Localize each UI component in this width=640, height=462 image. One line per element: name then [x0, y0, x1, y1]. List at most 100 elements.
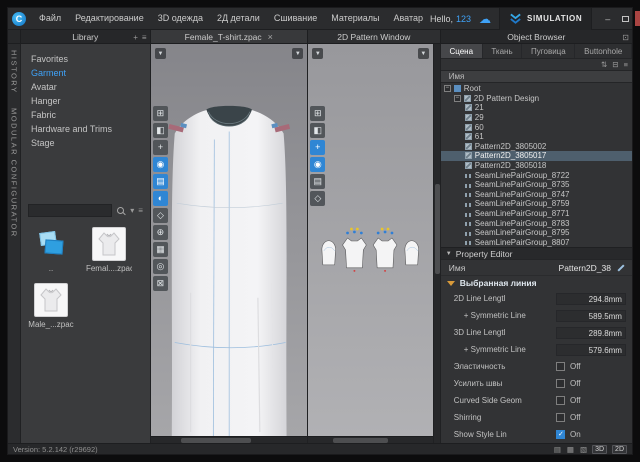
checkbox[interactable]: [556, 379, 565, 388]
search-icon[interactable]: [116, 206, 126, 216]
edit-icon[interactable]: [616, 263, 626, 273]
viewport-menu-icon[interactable]: ▼: [292, 48, 303, 59]
checkbox[interactable]: [556, 362, 565, 371]
cloud-sync-icon[interactable]: ☁: [479, 9, 491, 29]
tool-icon[interactable]: ◧: [310, 123, 325, 138]
username[interactable]: 123: [456, 14, 471, 24]
grid-icon[interactable]: ▦: [567, 445, 574, 454]
vertical-scrollbar[interactable]: [434, 44, 441, 443]
menu-sewing[interactable]: Сшивание: [267, 8, 324, 29]
tree-item[interactable]: Pattern2D_3805002: [441, 142, 632, 152]
tree-item[interactable]: 60: [441, 122, 632, 132]
search-input[interactable]: [28, 204, 112, 217]
minimize-button[interactable]: –: [599, 11, 616, 26]
library-item-hardware-trims[interactable]: Hardware and Trims: [21, 122, 150, 136]
section-selected-line[interactable]: Выбранная линия: [441, 276, 632, 290]
maximize-button[interactable]: [617, 11, 634, 26]
list-view-icon[interactable]: ≡: [138, 206, 143, 215]
tool-icon[interactable]: ⊕: [153, 225, 168, 240]
library-item-stage[interactable]: Stage: [21, 136, 150, 150]
collapse-all-icon[interactable]: ⊟: [612, 60, 618, 69]
tool-icon[interactable]: ▤: [153, 174, 168, 189]
library-item-hanger[interactable]: Hanger: [21, 94, 150, 108]
property-editor-header[interactable]: ▼ Property Editor: [441, 247, 632, 260]
library-item-favorites[interactable]: Favorites: [21, 52, 150, 66]
library-item-garment[interactable]: Garment: [21, 66, 150, 80]
menu-file[interactable]: Файл: [32, 8, 68, 29]
view-3d-button[interactable]: 3D: [592, 445, 607, 454]
tab-fabric[interactable]: Ткань: [483, 44, 523, 58]
library-item-fabric[interactable]: Fabric: [21, 108, 150, 122]
checkbox[interactable]: [556, 413, 565, 422]
tree-item[interactable]: Pattern2D_3805018: [441, 161, 632, 171]
viewport-menu-icon[interactable]: ▼: [155, 48, 166, 59]
dock-icon[interactable]: ⊡: [622, 33, 629, 42]
menu-avatar[interactable]: Аватар: [386, 8, 430, 29]
tree-item[interactable]: SeamLinePairGroup_8735: [441, 180, 632, 190]
modular-configurator-rail-tab[interactable]: MODULAR CONFIGURATOR: [9, 108, 18, 238]
collapse-icon[interactable]: [444, 85, 451, 92]
object-name-value[interactable]: Pattern2D_38: [559, 263, 611, 273]
add-icon[interactable]: +: [133, 33, 138, 42]
mode-selector[interactable]: SIMULATION: [499, 8, 592, 30]
tab-button[interactable]: Пуговица: [522, 44, 575, 58]
library-item-avatar[interactable]: Avatar: [21, 80, 150, 94]
viewport-menu-icon[interactable]: ▼: [312, 48, 323, 59]
checkbox[interactable]: [556, 396, 565, 405]
tab-close-icon[interactable]: ×: [268, 32, 273, 42]
tool-icon[interactable]: ▤: [310, 174, 325, 189]
tool-icon[interactable]: ▦: [153, 242, 168, 257]
menu-2d-pattern[interactable]: 2Д детали: [210, 8, 267, 29]
tool-icon[interactable]: ◐: [153, 191, 168, 206]
tree-item-root[interactable]: Root: [441, 84, 632, 94]
menu-materials[interactable]: Материалы: [324, 8, 386, 29]
tool-icon[interactable]: ◉: [310, 157, 325, 172]
tree-item[interactable]: SeamLinePairGroup_8795: [441, 228, 632, 238]
filter-chevron-icon[interactable]: ▾: [130, 206, 134, 215]
close-button[interactable]: ×: [635, 11, 640, 26]
layout-icon[interactable]: ▧: [580, 445, 587, 454]
history-rail-tab[interactable]: HISTORY: [9, 50, 18, 94]
tab-buttonhole[interactable]: Buttonhole: [575, 44, 632, 58]
file-tile-female-tshirt[interactable]: Femal....zpac: [87, 227, 131, 273]
tool-icon[interactable]: ◇: [310, 191, 325, 206]
horizontal-scrollbar[interactable]: [151, 436, 307, 443]
collapse-icon[interactable]: [454, 95, 461, 102]
file-tile-up[interactable]: ..: [29, 227, 73, 273]
tree-item[interactable]: SeamLinePairGroup_8747: [441, 190, 632, 200]
tree-item[interactable]: 2D Pattern Design: [441, 94, 632, 104]
menu-3d-garment[interactable]: 3D одежда: [151, 8, 210, 29]
checkbox[interactable]: [556, 430, 565, 439]
tool-icon[interactable]: ⊞: [310, 106, 325, 121]
tree-item-selected[interactable]: Pattern2D_3805017: [441, 151, 632, 161]
tree-item[interactable]: SeamLinePairGroup_8807: [441, 238, 632, 248]
tree-item[interactable]: SeamLinePairGroup_8759: [441, 199, 632, 209]
menu-icon[interactable]: ≡: [624, 60, 628, 69]
tab-3d-viewport[interactable]: Female_T-shirt.zpac ×: [151, 30, 309, 43]
tool-icon[interactable]: +: [310, 140, 325, 155]
file-tile-male-tshirt[interactable]: Male_...zpac: [29, 283, 73, 329]
horizontal-scrollbar[interactable]: [308, 436, 432, 443]
tree-item[interactable]: 61: [441, 132, 632, 142]
tool-icon[interactable]: ◉: [153, 157, 168, 172]
tree-item[interactable]: 21: [441, 103, 632, 113]
menu-edit[interactable]: Редактирование: [68, 8, 151, 29]
tab-scene[interactable]: Сцена: [441, 44, 483, 58]
tree-item[interactable]: 29: [441, 113, 632, 123]
tool-icon[interactable]: ◇: [153, 208, 168, 223]
value-field[interactable]: 289.8mm: [556, 327, 626, 339]
tree-item[interactable]: SeamLinePairGroup_8722: [441, 170, 632, 180]
tab-2d-viewport[interactable]: 2D Pattern Window: [308, 30, 441, 43]
sort-icon[interactable]: ⇅: [601, 60, 607, 69]
value-field[interactable]: 579.6mm: [556, 344, 626, 356]
tree-item[interactable]: SeamLinePairGroup_8783: [441, 218, 632, 228]
viewport-menu-icon[interactable]: ▼: [418, 48, 429, 59]
tree-item[interactable]: SeamLinePairGroup_8771: [441, 209, 632, 219]
value-field[interactable]: 294.8mm: [556, 293, 626, 305]
view-2d-button[interactable]: 2D: [612, 445, 627, 454]
tool-icon[interactable]: ⊞: [153, 106, 168, 121]
tool-icon[interactable]: ◎: [153, 259, 168, 274]
value-field[interactable]: 589.5mm: [556, 310, 626, 322]
viewport-3d[interactable]: ▼ ▼ ⊞ ◧ + ◉ ▤ ◐ ◇ ⊕ ▦ ◎ ⊠: [151, 44, 308, 443]
menu-icon[interactable]: ≡: [142, 33, 147, 42]
